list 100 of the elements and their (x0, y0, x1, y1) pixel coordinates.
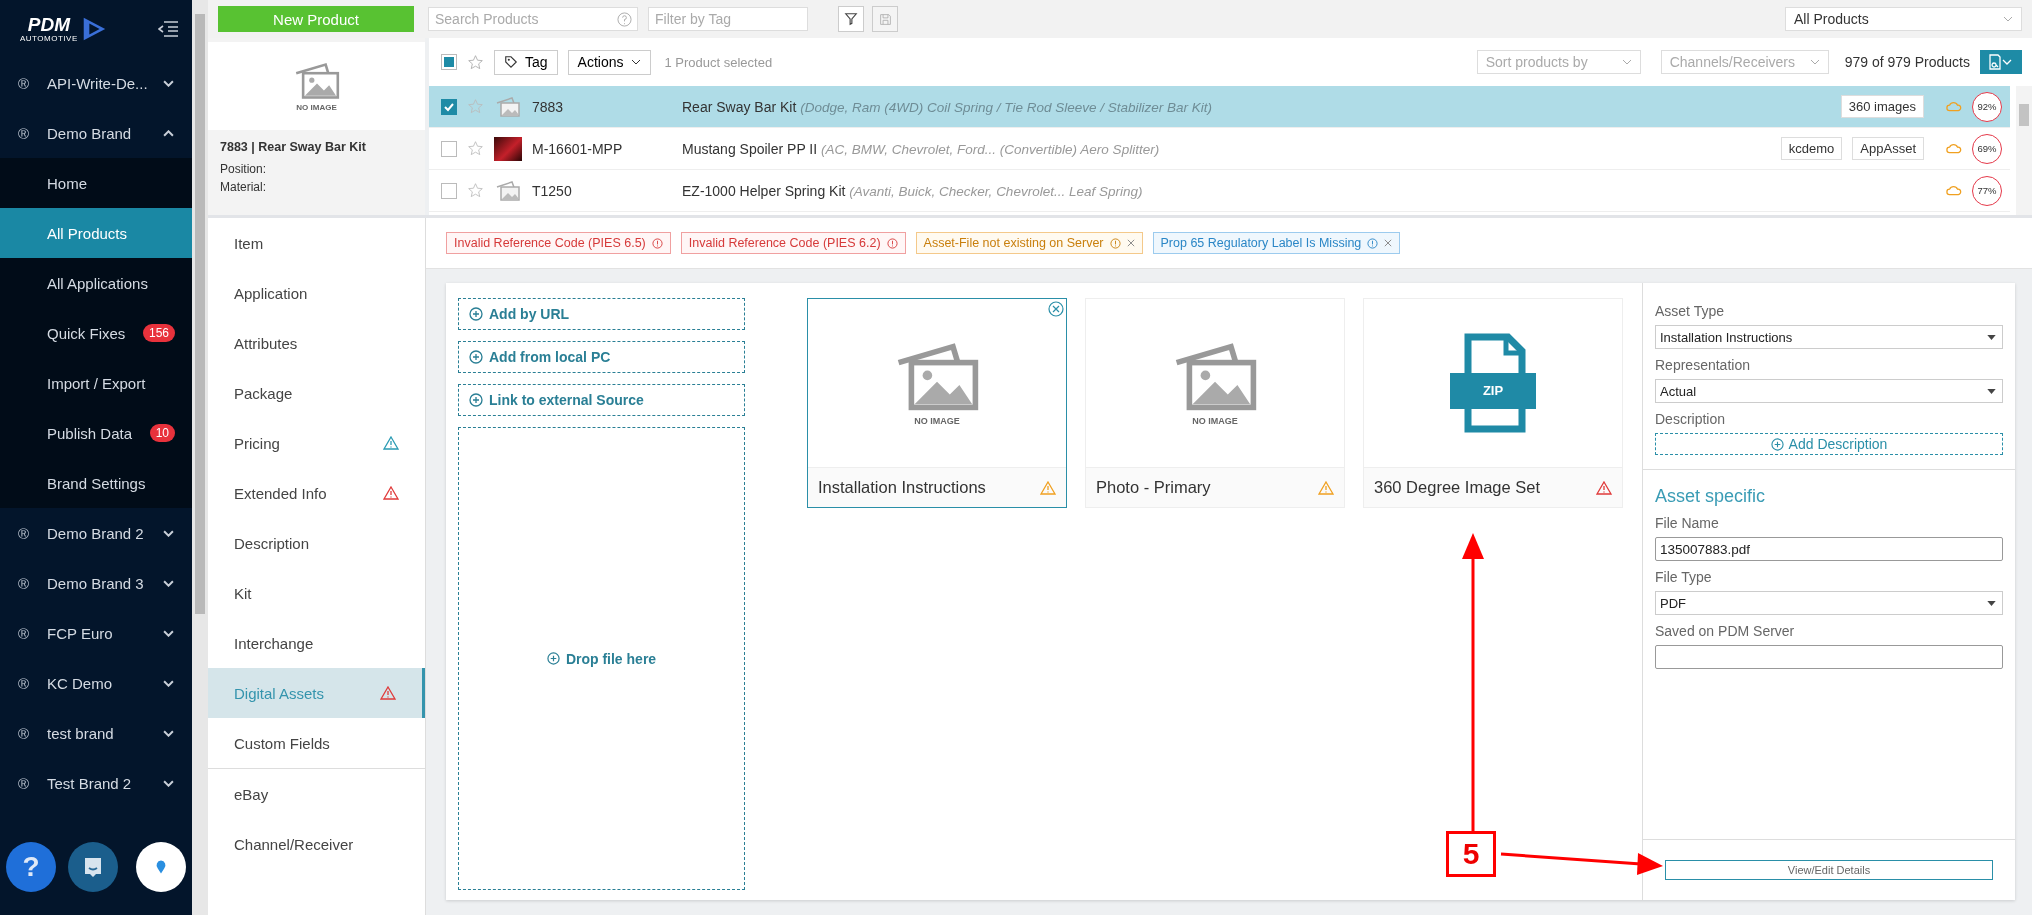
image-icon (494, 94, 522, 119)
issue-tag[interactable]: Invalid Reference Code (PIES 6.5) (446, 232, 671, 254)
star-icon[interactable] (467, 53, 484, 71)
section-tab[interactable]: Pricing (208, 418, 425, 468)
close-icon[interactable] (1126, 239, 1135, 247)
nav-item[interactable]: Brand Settings (0, 458, 192, 508)
field-label: Asset Type (1655, 303, 1725, 319)
scope-select[interactable]: All Products (1785, 7, 2022, 31)
brand-item[interactable]: ® Demo Brand 2 (0, 508, 192, 558)
add-asset-button[interactable]: Add by URL (458, 298, 745, 330)
tips-button[interactable] (136, 842, 186, 892)
brand-item[interactable]: ® Demo Brand (0, 108, 192, 158)
field-label: Representation (1655, 357, 1751, 373)
brand-item[interactable]: ® Test Brand 2 (0, 758, 192, 808)
row-checkbox[interactable] (441, 98, 457, 115)
nav-item[interactable]: All Products (0, 208, 192, 258)
view-details-button[interactable]: View/Edit Details (1665, 860, 1993, 880)
product-row[interactable]: 7883 Rear Sway Bar Kit (Dodge, Ram (4WD) Coil Spring / Tie Rod Sleeve / Stabilizer Bar Kit) 360 images 92% (429, 86, 2010, 128)
chevron-icon (163, 629, 174, 637)
count-badge: 10 (149, 424, 175, 442)
product-row[interactable]: T1250 EZ-1000 Helper Spring Kit (Avanti, Buick, Checker, Chevrolet... Leaf Spring) 77% (429, 170, 2010, 212)
nav-item[interactable]: Import / Export (0, 358, 192, 408)
cloud-icon (1946, 100, 1962, 113)
help-button[interactable]: ? (6, 842, 56, 892)
product-title: 7883 | Rear Sway Bar Kit (219, 139, 367, 156)
add-asset-button[interactable]: Link to external Source (458, 384, 745, 416)
brand-item[interactable]: ® KC Demo (0, 658, 192, 708)
brand-item[interactable]: ® API-Write-De... (0, 58, 192, 108)
filter-button[interactable] (838, 6, 864, 32)
chevron-icon (163, 729, 174, 737)
section-tab[interactable]: Interchange (208, 618, 425, 668)
product-row[interactable]: M-16601-MPP Mustang Spoiler PP II (AC, BMW, Chevrolet, Ford... (Convertible) Aero Splitter) kcdemo AppAsset 69% (429, 128, 2010, 170)
section-tab[interactable]: Description (208, 518, 425, 568)
callout-label: 5 (1446, 831, 1496, 877)
document-search-icon (1988, 54, 2014, 70)
star-icon[interactable] (467, 182, 484, 199)
saved-server-field[interactable] (1655, 645, 2003, 669)
remove-icon[interactable] (1048, 301, 1064, 317)
caret-icon (630, 59, 641, 65)
close-icon[interactable] (1384, 239, 1393, 247)
field-label: Position: (219, 161, 268, 178)
plus-icon (546, 652, 560, 665)
nav-item[interactable]: Home (0, 158, 192, 208)
menu-collapse-icon[interactable] (158, 21, 178, 37)
drop-zone[interactable]: Drop file here (458, 427, 745, 890)
section-tab[interactable]: Application (208, 268, 425, 318)
nav-item[interactable]: Quick Fixes 156 (0, 308, 192, 358)
select-all-checkbox[interactable] (441, 54, 457, 70)
row-checkbox[interactable] (441, 140, 457, 157)
view-options-button[interactable] (1980, 50, 2022, 74)
issue-tag[interactable]: Prop 65 Regulatory Label Is Missing (1152, 232, 1401, 254)
chevron-icon (163, 129, 174, 137)
asset-title: 360 Degree Image Set (1374, 478, 1542, 497)
section-tab[interactable]: Attributes (208, 318, 425, 368)
help-icon[interactable] (617, 12, 632, 27)
scrollbar[interactable] (192, 0, 208, 915)
section-tab[interactable]: Package (208, 368, 425, 418)
field-label: File Name (1655, 515, 1720, 531)
asset-card[interactable]: NO IMAGE Installation Instructions (807, 298, 1067, 508)
warning-icon (1040, 480, 1056, 495)
tag-filter-field[interactable]: Filter by Tag (648, 7, 808, 31)
cloud-icon (1946, 184, 1962, 197)
asset-type-select[interactable]: Installation Instructions (1655, 325, 2003, 349)
nav-item[interactable]: All Applications (0, 258, 192, 308)
asset-card[interactable]: NO IMAGE Photo - Primary (1085, 298, 1345, 508)
star-icon[interactable] (467, 98, 484, 115)
nav-item[interactable]: Publish Data 10 (0, 408, 192, 458)
product-tag[interactable]: 360 images (1840, 95, 1924, 118)
chat-button[interactable] (68, 842, 118, 892)
tag-button[interactable]: Tag (494, 49, 558, 75)
brand-item[interactable]: ® Demo Brand 3 (0, 558, 192, 608)
warning-icon (383, 486, 399, 500)
plus-icon (1770, 437, 1784, 451)
add-description-button[interactable]: Add Description (1655, 433, 2003, 455)
star-icon[interactable] (467, 140, 484, 157)
brand-item[interactable]: ® test brand (0, 708, 192, 758)
chevron-icon (163, 79, 174, 87)
issue-tag[interactable]: Invalid Reference Code (PIES 6.2) (680, 232, 906, 254)
section-tab[interactable]: Extended Info (208, 468, 425, 518)
scrollbar[interactable] (2016, 86, 2032, 215)
file-name-field[interactable]: 135007883.pdf (1655, 537, 2003, 561)
section-tab[interactable]: Custom Fields (208, 718, 425, 768)
actions-dropdown[interactable]: Actions (567, 49, 651, 75)
info-icon (651, 237, 663, 249)
product-tag[interactable]: kcdemo (1780, 137, 1843, 160)
section-tab[interactable]: Item (208, 218, 425, 268)
section-tab[interactable]: Channel/Receiver (208, 819, 425, 869)
add-asset-button[interactable]: Add from local PC (458, 341, 745, 373)
section-tab[interactable]: eBay (208, 769, 425, 819)
brand-item[interactable]: ® FCP Euro (0, 608, 192, 658)
section-tab[interactable]: Kit (208, 568, 425, 618)
chevron-icon (163, 529, 174, 537)
save-button[interactable] (872, 6, 898, 32)
file-type-select[interactable]: PDF (1655, 591, 2003, 615)
row-checkbox[interactable] (441, 182, 457, 199)
product-tag[interactable]: AppAsset (1852, 137, 1924, 160)
representation-select[interactable]: Actual (1655, 379, 2003, 403)
field-label: Saved on PDM Server (1655, 623, 1796, 639)
search-field[interactable]: Search Products (428, 7, 638, 31)
asset-card[interactable]: ZIP 360 Degree Image Set (1363, 298, 1623, 508)
